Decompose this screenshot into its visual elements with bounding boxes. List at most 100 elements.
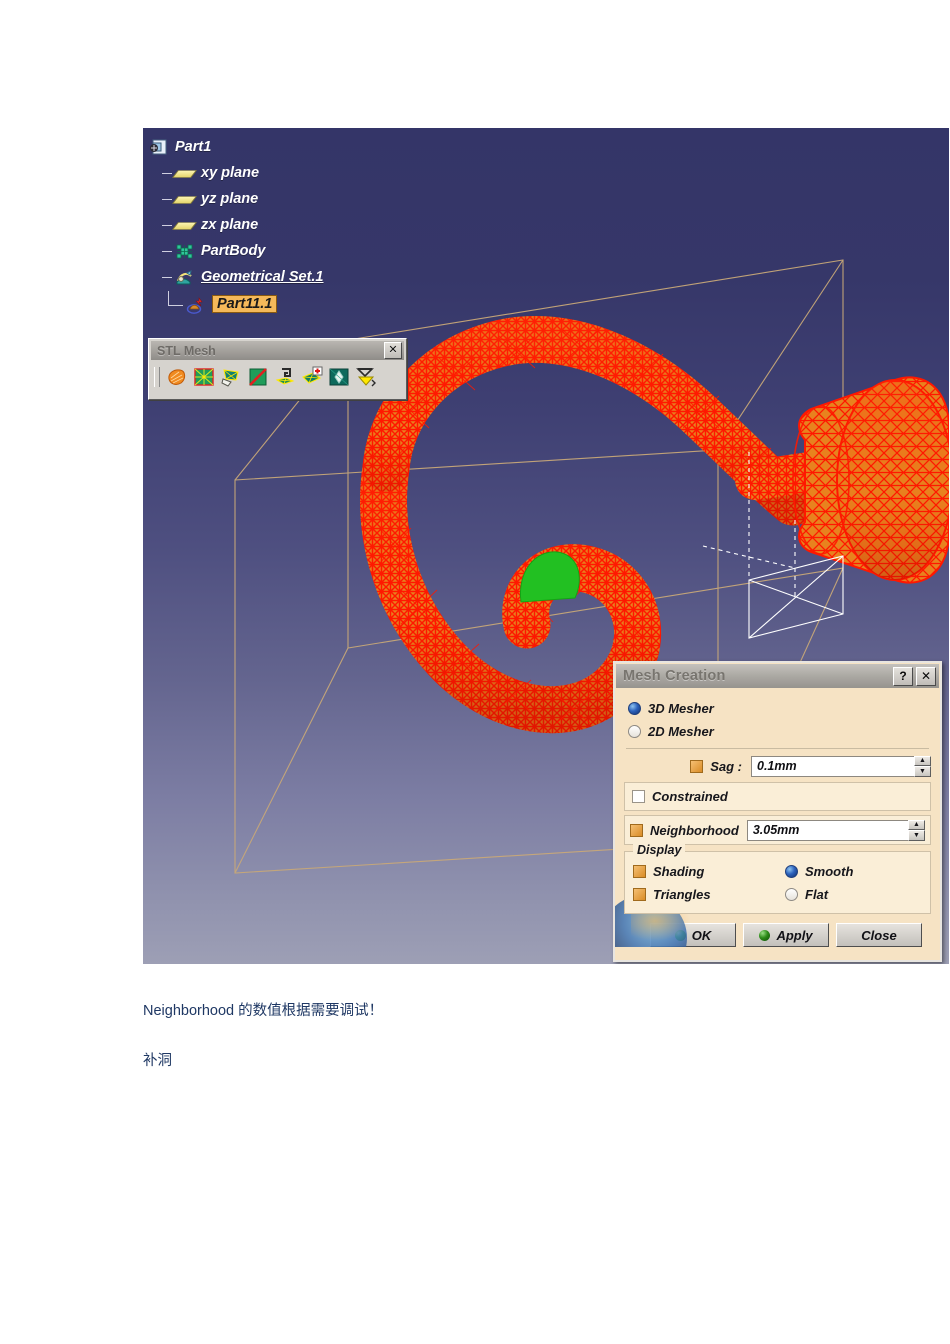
cylinder-boss <box>792 376 949 584</box>
neighborhood-spinner[interactable]: ▲ ▼ <box>908 819 925 841</box>
neighborhood-label: Neighborhood <box>650 822 739 838</box>
radio-3d-mesher[interactable]: 3D Mesher <box>624 697 931 720</box>
tree-node-part1[interactable]: Part1 <box>149 134 324 160</box>
status-bead-icon <box>674 929 686 941</box>
spinner-up-icon[interactable]: ▲ <box>914 755 931 766</box>
geometrical-set-icon <box>175 269 194 286</box>
close-button[interactable]: Close <box>836 923 922 947</box>
sag-row: Sag : 0.1mm ▲ ▼ <box>624 754 931 778</box>
toolbar-drag-handle[interactable] <box>154 367 160 387</box>
tree-branch-line <box>162 198 172 200</box>
tree-node-zx-plane[interactable]: zx plane <box>149 212 324 238</box>
triangles-label: Triangles <box>653 887 711 902</box>
mesh-creation-title: Mesh Creation <box>623 668 726 684</box>
flat-label: Flat <box>805 887 829 902</box>
tree-branch-line <box>162 224 172 226</box>
neighborhood-input[interactable]: 3.05mm <box>746 819 908 841</box>
spinner-up-icon[interactable]: ▲ <box>908 819 925 830</box>
plane-icon <box>172 217 197 234</box>
tree-node-label: Part11.1 <box>212 295 278 313</box>
constrained-panel: Constrained <box>624 782 931 811</box>
radio-button-icon <box>785 888 798 901</box>
apply-button[interactable]: Apply <box>743 923 829 947</box>
stl-mesh-toolbar-buttons <box>149 360 406 394</box>
stl-mesh-toolbar-title: STL Mesh <box>157 343 216 358</box>
display-group-label: Display <box>633 843 686 857</box>
tree-node-label: yz plane <box>201 191 259 207</box>
tree-node-partbody[interactable]: PartBody <box>149 238 324 264</box>
cad-3d-viewport[interactable]: Part1 xy plane yz plane zx plane PartBod… <box>143 128 949 964</box>
tree-branch-line <box>162 250 172 252</box>
tree-node-label: xy plane <box>201 165 260 181</box>
tree-node-yz-plane[interactable]: yz plane <box>149 186 324 212</box>
mesh-creation-dialog[interactable]: Mesh Creation ? ✕ 3D Mesher 2D Mesher Sa… <box>613 661 942 962</box>
sag-checkbox[interactable] <box>690 759 704 773</box>
neighborhood-panel: Neighborhood 3.05mm ▲ ▼ <box>624 815 931 845</box>
spinner-down-icon[interactable]: ▼ <box>908 830 925 841</box>
divider <box>626 748 929 749</box>
close-icon[interactable]: ✕ <box>384 342 402 359</box>
tree-branch-elbow <box>168 290 183 306</box>
neighborhood-checkbox[interactable] <box>630 823 643 837</box>
tree-node-part11-1[interactable]: Part11.1 <box>149 290 324 318</box>
partbody-icon <box>175 243 194 260</box>
tree-branch-line <box>162 172 172 174</box>
shading-label: Shading <box>653 864 705 879</box>
dialog-buttons: OK Apply Close <box>624 914 931 947</box>
tree-branch-line <box>162 276 172 278</box>
radio-button-icon <box>785 865 798 878</box>
help-icon[interactable]: ? <box>893 666 913 686</box>
part-icon <box>149 139 168 156</box>
smooth-label: Smooth <box>805 864 854 879</box>
triangles-row[interactable]: Triangles <box>633 883 785 906</box>
add-triangle-icon[interactable] <box>299 365 324 390</box>
radio-2d-mesher[interactable]: 2D Mesher <box>624 720 931 743</box>
mesh-creation-titlebar[interactable]: Mesh Creation ? ✕ <box>616 664 939 688</box>
triangles-checkbox[interactable] <box>633 888 646 901</box>
remove-triangles-icon[interactable] <box>245 365 270 390</box>
tree-node-label: Part1 <box>175 139 212 155</box>
smooth-mesh-icon[interactable] <box>326 365 351 390</box>
decimate-icon[interactable] <box>353 365 378 390</box>
close-button-label: Close <box>861 927 897 943</box>
apply-button-label: Apply <box>776 927 813 943</box>
shading-checkbox[interactable] <box>633 865 646 878</box>
radio-2d-mesher-label: 2D Mesher <box>648 724 714 739</box>
stl-mesh-toolbar-titlebar[interactable]: STL Mesh ✕ <box>151 341 404 360</box>
stl-mesh-toolbar[interactable]: STL Mesh ✕ <box>148 338 407 400</box>
sag-label: Sag : <box>710 758 742 774</box>
radio-button-icon <box>628 702 641 715</box>
titlebar-buttons: ? ✕ <box>893 666 936 686</box>
plane-icon <box>172 165 197 182</box>
constrained-row[interactable]: Constrained <box>632 787 923 806</box>
constrained-label: Constrained <box>652 789 728 804</box>
spinner-down-icon[interactable]: ▼ <box>914 766 931 777</box>
flip-edges-icon[interactable] <box>272 365 297 390</box>
flat-row[interactable]: Flat <box>785 883 922 906</box>
sag-input[interactable]: 0.1mm <box>751 755 914 777</box>
mesh-creation-body: 3D Mesher 2D Mesher Sag : 0.1mm ▲ ▼ Cons… <box>615 689 940 947</box>
radio-button-icon <box>628 725 641 738</box>
neighborhood-row: Neighborhood 3.05mm ▲ ▼ <box>630 819 925 841</box>
specification-tree[interactable]: Part1 xy plane yz plane zx plane PartBod… <box>149 134 324 318</box>
close-icon[interactable]: ✕ <box>916 666 936 686</box>
constrained-checkbox[interactable] <box>632 790 645 803</box>
smooth-row[interactable]: Smooth <box>785 860 922 883</box>
fill-holes-icon[interactable] <box>218 365 243 390</box>
tree-node-label: PartBody <box>201 243 266 259</box>
ok-button[interactable]: OK <box>650 923 736 947</box>
status-bead-icon <box>759 929 771 941</box>
radio-3d-mesher-label: 3D Mesher <box>648 701 714 716</box>
tree-node-xy-plane[interactable]: xy plane <box>149 160 324 186</box>
shading-row[interactable]: Shading <box>633 860 785 883</box>
import-icon[interactable] <box>164 365 189 390</box>
mesh-creation-icon[interactable] <box>191 365 216 390</box>
caption-line-2: 补洞 <box>143 1053 172 1069</box>
mesh-feature-icon <box>186 296 205 314</box>
display-group: Display Shading Triangles Smooth Flat <box>624 843 931 914</box>
sag-spinner[interactable]: ▲ ▼ <box>914 755 931 777</box>
tree-node-label: Geometrical Set.1 <box>201 269 324 285</box>
caption-line-1: Neighborhood 的数值根据需要调试！ <box>143 1003 384 1019</box>
ok-button-label: OK <box>691 927 712 943</box>
tree-node-geometrical-set[interactable]: Geometrical Set.1 <box>149 264 324 290</box>
